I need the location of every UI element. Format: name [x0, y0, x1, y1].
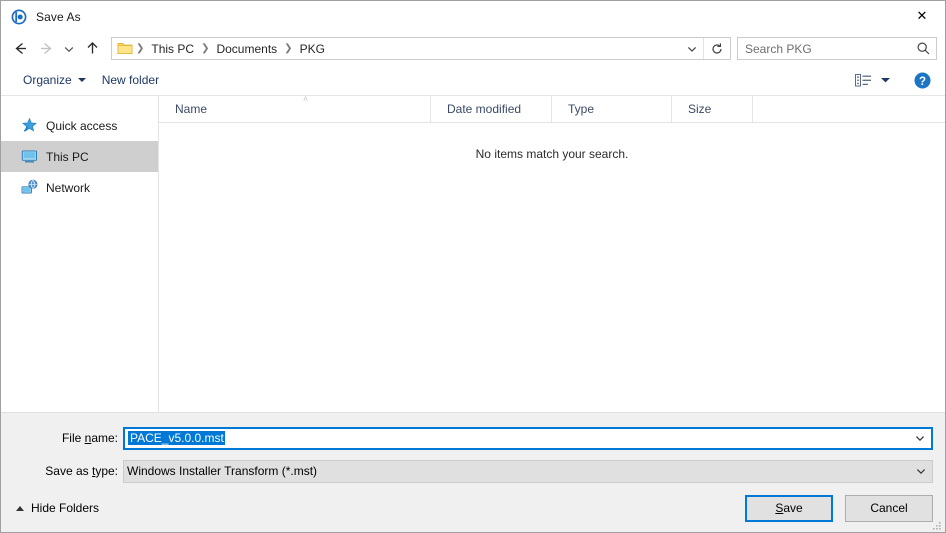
file-name-input[interactable]: PACE_v5.0.0.mst [125, 431, 909, 445]
up-button[interactable] [79, 37, 105, 61]
help-icon: ? [913, 71, 931, 89]
sidebar-item-quick-access[interactable]: Quick access [1, 110, 158, 141]
save-as-type-label-post: ype: [95, 464, 118, 478]
breadcrumb-item-pkg[interactable]: PKG [294, 39, 331, 59]
save-as-type-label-pre: Save as [45, 464, 92, 478]
help-button[interactable]: ? [907, 67, 937, 93]
chevron-down-icon [77, 78, 86, 82]
forward-button[interactable] [33, 37, 59, 61]
hide-folders-label: Hide Folders [31, 501, 100, 515]
toolbar-right-group: ? [850, 67, 937, 93]
chevron-down-icon [916, 469, 926, 475]
hide-folders-button[interactable]: Hide Folders [13, 498, 102, 518]
recent-locations-button[interactable] [59, 37, 79, 61]
monitor-icon [21, 148, 38, 165]
chevron-up-icon [16, 505, 24, 511]
column-header-name[interactable]: Name [159, 96, 431, 122]
chevron-down-icon [881, 78, 890, 83]
address-bar[interactable]: ❯ This PC ❯ Documents ❯ PKG [111, 37, 731, 60]
resize-grip-icon[interactable] [931, 519, 943, 531]
file-name-row: File name: PACE_v5.0.0.mst [1, 425, 945, 451]
dialog-buttons-row: Hide Folders Save Cancel [1, 484, 945, 532]
file-name-value: PACE_v5.0.0.mst [128, 431, 225, 445]
cancel-button-label: Cancel [870, 501, 908, 515]
file-name-label: File name: [1, 431, 123, 445]
close-button[interactable]: ✕ [899, 1, 945, 31]
back-button[interactable] [7, 37, 33, 61]
command-toolbar: Organize New folder ? [1, 65, 945, 96]
breadcrumb-separator: ❯ [201, 42, 210, 54]
new-folder-button[interactable]: New folder [94, 69, 167, 91]
dialog-footer: File name: PACE_v5.0.0.mst Save as type:… [1, 412, 945, 532]
chevron-down-icon [687, 46, 696, 52]
address-dropdown-button[interactable] [680, 38, 703, 59]
empty-list-message: No items match your search. [475, 147, 629, 161]
recent-locations-chevron-icon [64, 46, 74, 52]
title-bar: Save As ✕ [1, 1, 945, 32]
window-title: Save As [36, 9, 81, 24]
sidebar-item-this-pc[interactable]: This PC [1, 141, 158, 172]
network-icon [21, 179, 38, 196]
app-icon [11, 9, 27, 24]
organize-button[interactable]: Organize [15, 69, 94, 91]
sidebar-item-label: This PC [46, 149, 89, 164]
breadcrumb: ❯ This PC ❯ Documents ❯ PKG [112, 39, 680, 59]
forward-arrow-icon [40, 42, 52, 55]
sidebar-item-network[interactable]: Network [1, 172, 158, 203]
save-button-label-post: ave [783, 501, 803, 515]
column-header-size[interactable]: Size [672, 96, 753, 122]
close-icon: ✕ [916, 8, 928, 24]
search-input[interactable] [738, 40, 910, 57]
up-arrow-icon [87, 42, 97, 54]
breadcrumb-separator: ❯ [284, 42, 293, 54]
svg-text:?: ? [918, 75, 925, 87]
sidebar-item-label: Quick access [46, 118, 118, 133]
search-box[interactable] [737, 37, 937, 60]
navigation-sidebar: Quick access This PC Network [1, 96, 159, 412]
change-view-button[interactable] [850, 69, 895, 92]
breadcrumb-separator: ❯ [136, 42, 145, 54]
chevron-down-icon [915, 436, 925, 442]
navigation-bar: ❯ This PC ❯ Documents ❯ PKG [1, 32, 945, 65]
file-name-dropdown-button[interactable] [909, 432, 931, 444]
search-button[interactable] [910, 41, 936, 56]
breadcrumb-item-documents[interactable]: Documents [210, 39, 283, 59]
organize-label: Organize [23, 73, 72, 87]
file-name-label-pre: File [61, 431, 85, 445]
file-list-header: Name Date modified Type Size ˄ [159, 94, 945, 123]
refresh-icon [712, 42, 722, 54]
star-pin-icon [21, 117, 38, 134]
file-list-pane: Name Date modified Type Size ˄ No items … [159, 94, 945, 412]
column-header-date-modified[interactable]: Date modified [431, 96, 552, 122]
sort-ascending-icon: ˄ [303, 94, 309, 104]
save-as-type-combobox[interactable]: Windows Installer Transform (*.mst) [123, 459, 933, 483]
file-name-label-post: ame: [91, 431, 118, 445]
save-as-dialog: Save As ✕ ❯ This PC ❯ Documents ❯ PKG Se… [0, 0, 946, 533]
save-as-type-row: Save as type: Windows Installer Transfor… [1, 458, 945, 484]
view-layout-icon [855, 73, 871, 86]
search-icon [916, 42, 929, 55]
save-as-type-value: Windows Installer Transform (*.mst) [127, 464, 318, 478]
save-button[interactable]: Save [745, 494, 833, 522]
save-as-type-dropdown-button[interactable] [910, 465, 932, 477]
new-folder-label: New folder [101, 73, 160, 87]
breadcrumb-item-this-pc[interactable]: This PC [145, 39, 200, 59]
column-header-type[interactable]: Type [552, 96, 672, 122]
dialog-body: Quick access This PC Network Name Date m… [1, 94, 945, 412]
sidebar-item-label: Network [46, 180, 91, 195]
save-button-label: Save [775, 501, 802, 515]
cancel-button[interactable]: Cancel [845, 494, 933, 522]
save-as-type-label: Save as type: [1, 464, 123, 478]
folder-icon [117, 43, 133, 54]
refresh-button[interactable] [703, 38, 730, 59]
file-name-combobox[interactable]: PACE_v5.0.0.mst [123, 426, 933, 450]
column-header-filler [753, 96, 945, 122]
back-arrow-icon [14, 42, 26, 55]
